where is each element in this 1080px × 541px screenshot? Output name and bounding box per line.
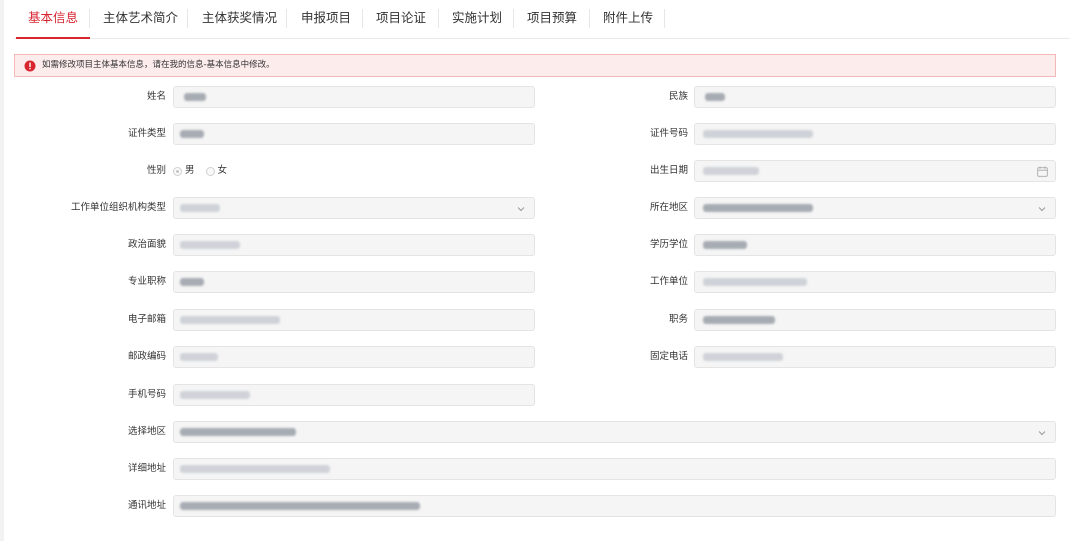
political-status-label: 政治面貌 bbox=[127, 239, 166, 250]
select-region-select[interactable] bbox=[173, 421, 1056, 443]
gender-option-female[interactable]: 女 bbox=[218, 160, 228, 182]
professional-title-field[interactable] bbox=[173, 271, 535, 293]
tab-divider bbox=[89, 9, 90, 28]
redacted-value bbox=[180, 241, 240, 249]
tab-project-argument[interactable]: 项目论证 bbox=[376, 0, 426, 38]
political-status-field[interactable] bbox=[173, 234, 535, 256]
mobile-field[interactable] bbox=[173, 384, 535, 406]
tab-divider bbox=[286, 9, 287, 28]
redacted-value bbox=[703, 167, 759, 175]
tab-divider bbox=[589, 9, 590, 28]
redacted-value bbox=[180, 428, 296, 436]
birth-date-field[interactable] bbox=[694, 160, 1056, 182]
tab-divider bbox=[362, 9, 363, 28]
landline-label: 固定电话 bbox=[649, 351, 688, 362]
tab-budget[interactable]: 项目预算 bbox=[527, 0, 577, 38]
birth-date-label: 出生日期 bbox=[649, 165, 688, 176]
id-number-label: 证件号码 bbox=[649, 128, 688, 139]
education-label: 学历学位 bbox=[649, 239, 688, 250]
gender-label: 性别 bbox=[146, 165, 166, 176]
name-label: 姓名 bbox=[146, 91, 166, 102]
redacted-value bbox=[180, 391, 250, 399]
redacted-value bbox=[180, 353, 218, 361]
name-field[interactable] bbox=[173, 86, 535, 108]
postal-code-label: 邮政编码 bbox=[127, 351, 166, 362]
tab-divider bbox=[187, 9, 188, 28]
redacted-value bbox=[703, 241, 747, 249]
tab-implementation-plan[interactable]: 实施计划 bbox=[452, 0, 502, 38]
redacted-value bbox=[703, 353, 783, 361]
ethnicity-label: 民族 bbox=[668, 91, 688, 102]
chevron-down-icon bbox=[1038, 207, 1046, 212]
gender-radio-female[interactable] bbox=[205, 166, 215, 176]
redacted-value bbox=[184, 93, 206, 101]
tab-art-intro[interactable]: 主体艺术简介 bbox=[103, 0, 178, 38]
redacted-value bbox=[703, 278, 807, 286]
postal-code-field[interactable] bbox=[173, 346, 535, 368]
detail-address-field[interactable] bbox=[173, 458, 1056, 480]
position-field[interactable] bbox=[694, 309, 1056, 331]
mobile-label: 手机号码 bbox=[127, 389, 166, 400]
alert-banner: 如需修改项目主体基本信息，请在我的信息-基本信息中修改。 bbox=[14, 54, 1056, 77]
education-field[interactable] bbox=[694, 234, 1056, 256]
employer-org-type-select[interactable] bbox=[173, 197, 535, 219]
region-select[interactable] bbox=[694, 197, 1056, 219]
tab-divider bbox=[513, 9, 514, 28]
chevron-down-icon bbox=[1038, 431, 1046, 436]
email-field[interactable] bbox=[173, 309, 535, 331]
mailing-address-label: 通讯地址 bbox=[127, 500, 166, 511]
employer-org-type-label: 工作单位组织机构类型 bbox=[70, 202, 166, 213]
ethnicity-field[interactable] bbox=[694, 86, 1056, 108]
redacted-value bbox=[180, 465, 330, 473]
gender-radio-group: 男 女 bbox=[173, 160, 235, 182]
tab-basic-info[interactable]: 基本信息 bbox=[15, 0, 91, 39]
position-label: 职务 bbox=[668, 314, 688, 325]
tab-divider bbox=[664, 9, 665, 28]
redacted-value bbox=[180, 278, 204, 286]
employer-field[interactable] bbox=[694, 271, 1056, 293]
alert-message: 如需修改项目主体基本信息，请在我的信息-基本信息中修改。 bbox=[42, 60, 275, 70]
redacted-value bbox=[703, 316, 775, 324]
redacted-value bbox=[180, 130, 204, 138]
tab-attachments[interactable]: 附件上传 bbox=[603, 0, 653, 38]
redacted-value bbox=[705, 93, 725, 101]
gender-option-male[interactable]: 男 bbox=[185, 160, 195, 182]
email-label: 电子邮箱 bbox=[127, 314, 166, 325]
employer-label: 工作单位 bbox=[649, 276, 688, 287]
tab-divider bbox=[438, 9, 439, 28]
select-region-label: 选择地区 bbox=[127, 426, 166, 437]
id-type-label: 证件类型 bbox=[127, 128, 166, 139]
tab-awards[interactable]: 主体获奖情况 bbox=[202, 0, 277, 38]
id-type-field[interactable] bbox=[173, 123, 535, 145]
professional-title-label: 专业职称 bbox=[127, 276, 166, 287]
tab-declare-project[interactable]: 申报项目 bbox=[301, 0, 351, 38]
mailing-address-field[interactable] bbox=[173, 495, 1056, 517]
detail-address-label: 详细地址 bbox=[127, 463, 166, 474]
redacted-value bbox=[703, 204, 813, 212]
region-label: 所在地区 bbox=[649, 202, 688, 213]
redacted-value bbox=[180, 502, 420, 510]
error-circle-icon bbox=[24, 60, 36, 72]
tab-bar: 基本信息 主体艺术简介 主体获奖情况 申报项目 项目论证 实施计划 项目预算 附… bbox=[14, 0, 1070, 39]
id-number-field[interactable] bbox=[694, 123, 1056, 145]
redacted-value bbox=[703, 130, 813, 138]
redacted-value bbox=[180, 204, 220, 212]
calendar-icon[interactable] bbox=[1037, 166, 1048, 177]
landline-field[interactable] bbox=[694, 346, 1056, 368]
redacted-value bbox=[180, 316, 280, 324]
gender-radio-male[interactable] bbox=[173, 166, 182, 176]
